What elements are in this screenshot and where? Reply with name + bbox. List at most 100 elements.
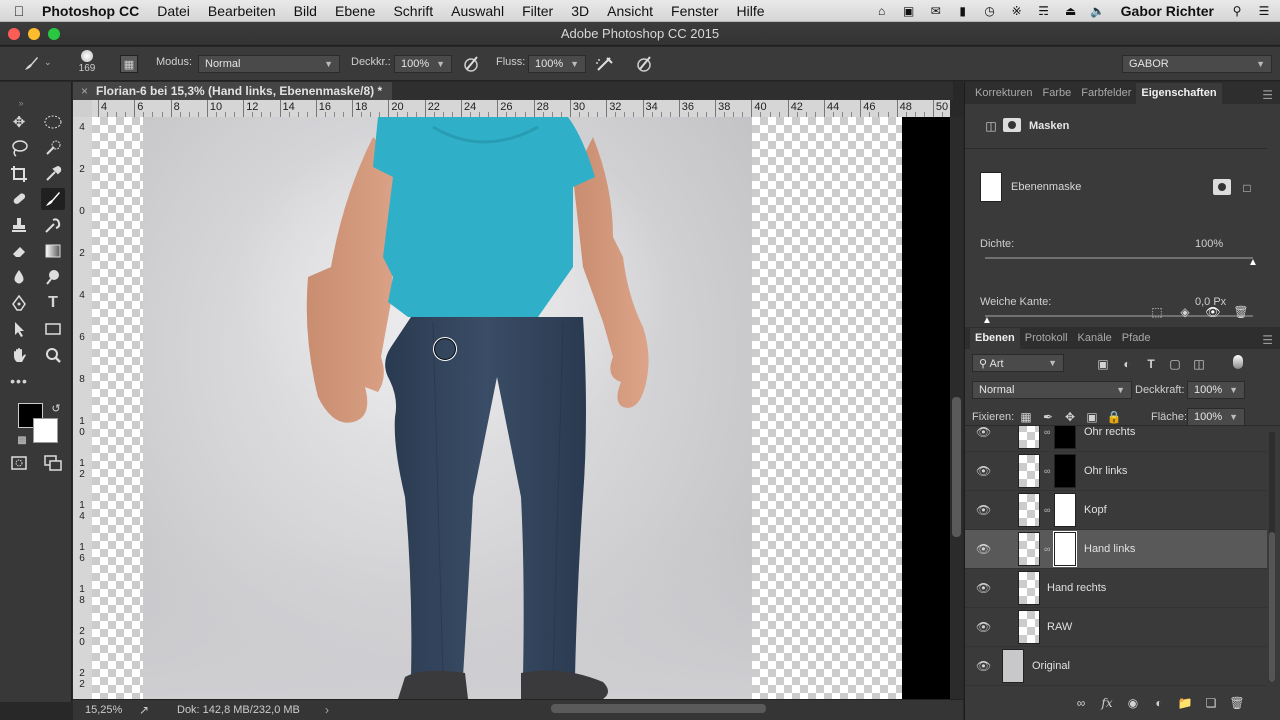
layer-thumbnail[interactable] xyxy=(1018,454,1040,488)
panel-menu-icon[interactable]: ☰ xyxy=(1262,333,1273,347)
layer-thumbnail[interactable] xyxy=(1018,571,1040,605)
dodge-tool-icon[interactable] xyxy=(41,266,65,288)
add-mask-icon[interactable]: ◉ xyxy=(1125,695,1141,711)
link-icon[interactable]: ∞ xyxy=(1044,544,1052,554)
filter-shape-icon[interactable]: ▢ xyxy=(1167,356,1183,372)
layer-name[interactable]: Kopf xyxy=(1084,504,1107,516)
canvas-horizontal-scrollbar-thumb[interactable] xyxy=(551,704,766,713)
gradient-tool-icon[interactable] xyxy=(41,240,65,262)
tab-korrekturen[interactable]: Korrekturen xyxy=(970,83,1037,104)
menu-app[interactable]: Photoshop CC xyxy=(38,3,148,19)
blend-mode-dropdown[interactable]: Normal ▼ xyxy=(972,381,1132,399)
layer-row-raw[interactable]: 👁 RAW xyxy=(965,608,1267,647)
tab-farbfelder[interactable]: Farbfelder xyxy=(1076,83,1136,104)
menu-schrift[interactable]: Schrift xyxy=(384,3,442,19)
pixel-mask-icon[interactable]: ◫ xyxy=(983,118,999,134)
eye-icon[interactable]: 👁 xyxy=(1205,304,1221,320)
eject-icon[interactable]: ⏏ xyxy=(1063,4,1079,18)
layer-mask-thumbnail[interactable] xyxy=(1054,493,1076,527)
user-name[interactable]: Gabor Richter xyxy=(1121,3,1214,19)
layer-mask-thumbnail[interactable] xyxy=(1054,454,1076,488)
layer-row-ohr-rechts[interactable]: 👁 ∞ Ohr rechts xyxy=(965,426,1267,452)
layer-thumbnail[interactable] xyxy=(1002,649,1024,683)
link-icon[interactable]: ∞ xyxy=(1044,427,1052,437)
lock-all-icon[interactable]: 🔒 xyxy=(1106,409,1122,425)
background-color-swatch[interactable] xyxy=(33,418,58,443)
tab-kanaele[interactable]: Kanäle xyxy=(1073,328,1117,349)
zoom-level[interactable]: 15,25% xyxy=(85,704,122,716)
home-icon[interactable]: ⌂ xyxy=(874,4,890,18)
eye-icon[interactable]: 👁 xyxy=(976,464,991,478)
lock-transparency-icon[interactable]: ▦ xyxy=(1018,409,1034,425)
filter-pixel-icon[interactable]: ▣ xyxy=(1095,356,1111,372)
layer-filter-dropdown[interactable]: ⚲ Art ▼ xyxy=(972,354,1064,372)
layer-thumbnail[interactable] xyxy=(1018,610,1040,644)
layer-fill-field[interactable]: 100% ▼ xyxy=(1187,408,1245,426)
pressure-size-icon[interactable] xyxy=(634,54,654,74)
zoom-tool-icon[interactable] xyxy=(41,344,65,366)
volume-icon[interactable]: 🔈 xyxy=(1090,4,1106,18)
crop-tool-icon[interactable] xyxy=(7,163,31,185)
filter-toggle-switch[interactable] xyxy=(1233,355,1243,369)
mail-icon[interactable]: ✉ xyxy=(928,4,944,18)
menu-bild[interactable]: Bild xyxy=(285,3,326,19)
delete-layer-icon[interactable]: 🗑 xyxy=(1229,695,1245,711)
new-layer-icon[interactable]: ❏ xyxy=(1203,695,1219,711)
add-vector-mask-icon[interactable]: □ xyxy=(1239,180,1255,196)
new-adjustment-layer-icon[interactable]: ◐ xyxy=(1151,695,1167,711)
camera-icon[interactable]: ▣ xyxy=(901,4,917,18)
eye-icon[interactable]: 👁 xyxy=(976,659,991,673)
eyedropper-icon[interactable] xyxy=(41,163,65,185)
layer-list-scrollbar[interactable] xyxy=(1269,432,1275,682)
clone-stamp-icon[interactable] xyxy=(7,214,31,236)
tab-protokoll[interactable]: Protokoll xyxy=(1020,328,1073,349)
pressure-opacity-icon[interactable] xyxy=(461,54,481,74)
quick-selection-icon[interactable] xyxy=(41,137,65,159)
tab-eigenschaften[interactable]: Eigenschaften xyxy=(1136,83,1222,104)
export-icon[interactable]: ↗ xyxy=(139,703,149,717)
filter-type-icon[interactable]: T xyxy=(1143,356,1159,372)
brush-size-picker[interactable]: 169 xyxy=(76,50,98,74)
battery-icon[interactable]: ▮ xyxy=(955,4,971,18)
tool-preset-arrow-icon[interactable]: ⌄ xyxy=(44,57,52,68)
menu-auswahl[interactable]: Auswahl xyxy=(442,3,513,19)
new-group-icon[interactable]: 📁 xyxy=(1177,695,1193,711)
lock-position-icon[interactable]: ✥ xyxy=(1062,409,1078,425)
filter-adjustment-icon[interactable]: ◐ xyxy=(1119,356,1135,372)
layer-name[interactable]: Hand links xyxy=(1084,543,1135,555)
menu-ansicht[interactable]: Ansicht xyxy=(598,3,662,19)
eraser-icon[interactable] xyxy=(7,240,31,262)
more-tools-icon[interactable]: ••• xyxy=(7,370,31,392)
lock-artboard-icon[interactable]: ▣ xyxy=(1084,409,1100,425)
zoom-window-button[interactable] xyxy=(48,28,60,40)
tab-ebenen[interactable]: Ebenen xyxy=(970,328,1020,349)
healing-brush-icon[interactable] xyxy=(7,188,31,210)
layer-opacity-field[interactable]: 100% ▼ xyxy=(1187,381,1245,399)
layer-name[interactable]: Hand rechts xyxy=(1047,582,1106,594)
close-tab-icon[interactable]: × xyxy=(81,84,88,98)
brush-panel-toggle-icon[interactable]: ▦ xyxy=(120,55,138,73)
apply-mask-icon[interactable]: ◈ xyxy=(1177,304,1193,320)
layer-row-kopf[interactable]: 👁 ∞ Kopf xyxy=(965,491,1267,530)
screen-mode-icon[interactable] xyxy=(41,452,65,474)
canvas-vertical-scrollbar[interactable] xyxy=(950,117,963,699)
menu-bearbeiten[interactable]: Bearbeiten xyxy=(199,3,285,19)
document-size-info[interactable]: Dok: 142,8 MB/232,0 MB xyxy=(177,704,300,716)
vertical-ruler[interactable]: 4 2 0 2 4 6 8 1 0 1 2 1 4 1 6 1 8 2 0 2 2 xyxy=(73,100,92,699)
feather-slider-handle[interactable]: ▲ xyxy=(982,315,992,326)
menu-datei[interactable]: Datei xyxy=(148,3,199,19)
quick-mask-icon[interactable] xyxy=(7,452,31,474)
scrollbar-thumb[interactable] xyxy=(952,397,961,537)
filter-smart-object-icon[interactable]: ◫ xyxy=(1191,356,1207,372)
link-icon[interactable]: ∞ xyxy=(1044,505,1052,515)
menu-fenster[interactable]: Fenster xyxy=(662,3,727,19)
menu-ebene[interactable]: Ebene xyxy=(326,3,384,19)
tab-farbe[interactable]: Farbe xyxy=(1037,83,1076,104)
layer-thumbnail[interactable] xyxy=(1018,426,1040,449)
workspace-dropdown[interactable]: GABOR ▼ xyxy=(1122,55,1272,73)
ruler-origin[interactable] xyxy=(73,100,92,117)
move-tool-icon[interactable]: ✥ xyxy=(7,111,31,133)
brush-tool-icon[interactable] xyxy=(41,188,65,210)
density-slider-handle[interactable]: ▲ xyxy=(1248,257,1258,268)
wifi-icon[interactable]: ☴ xyxy=(1036,4,1052,18)
